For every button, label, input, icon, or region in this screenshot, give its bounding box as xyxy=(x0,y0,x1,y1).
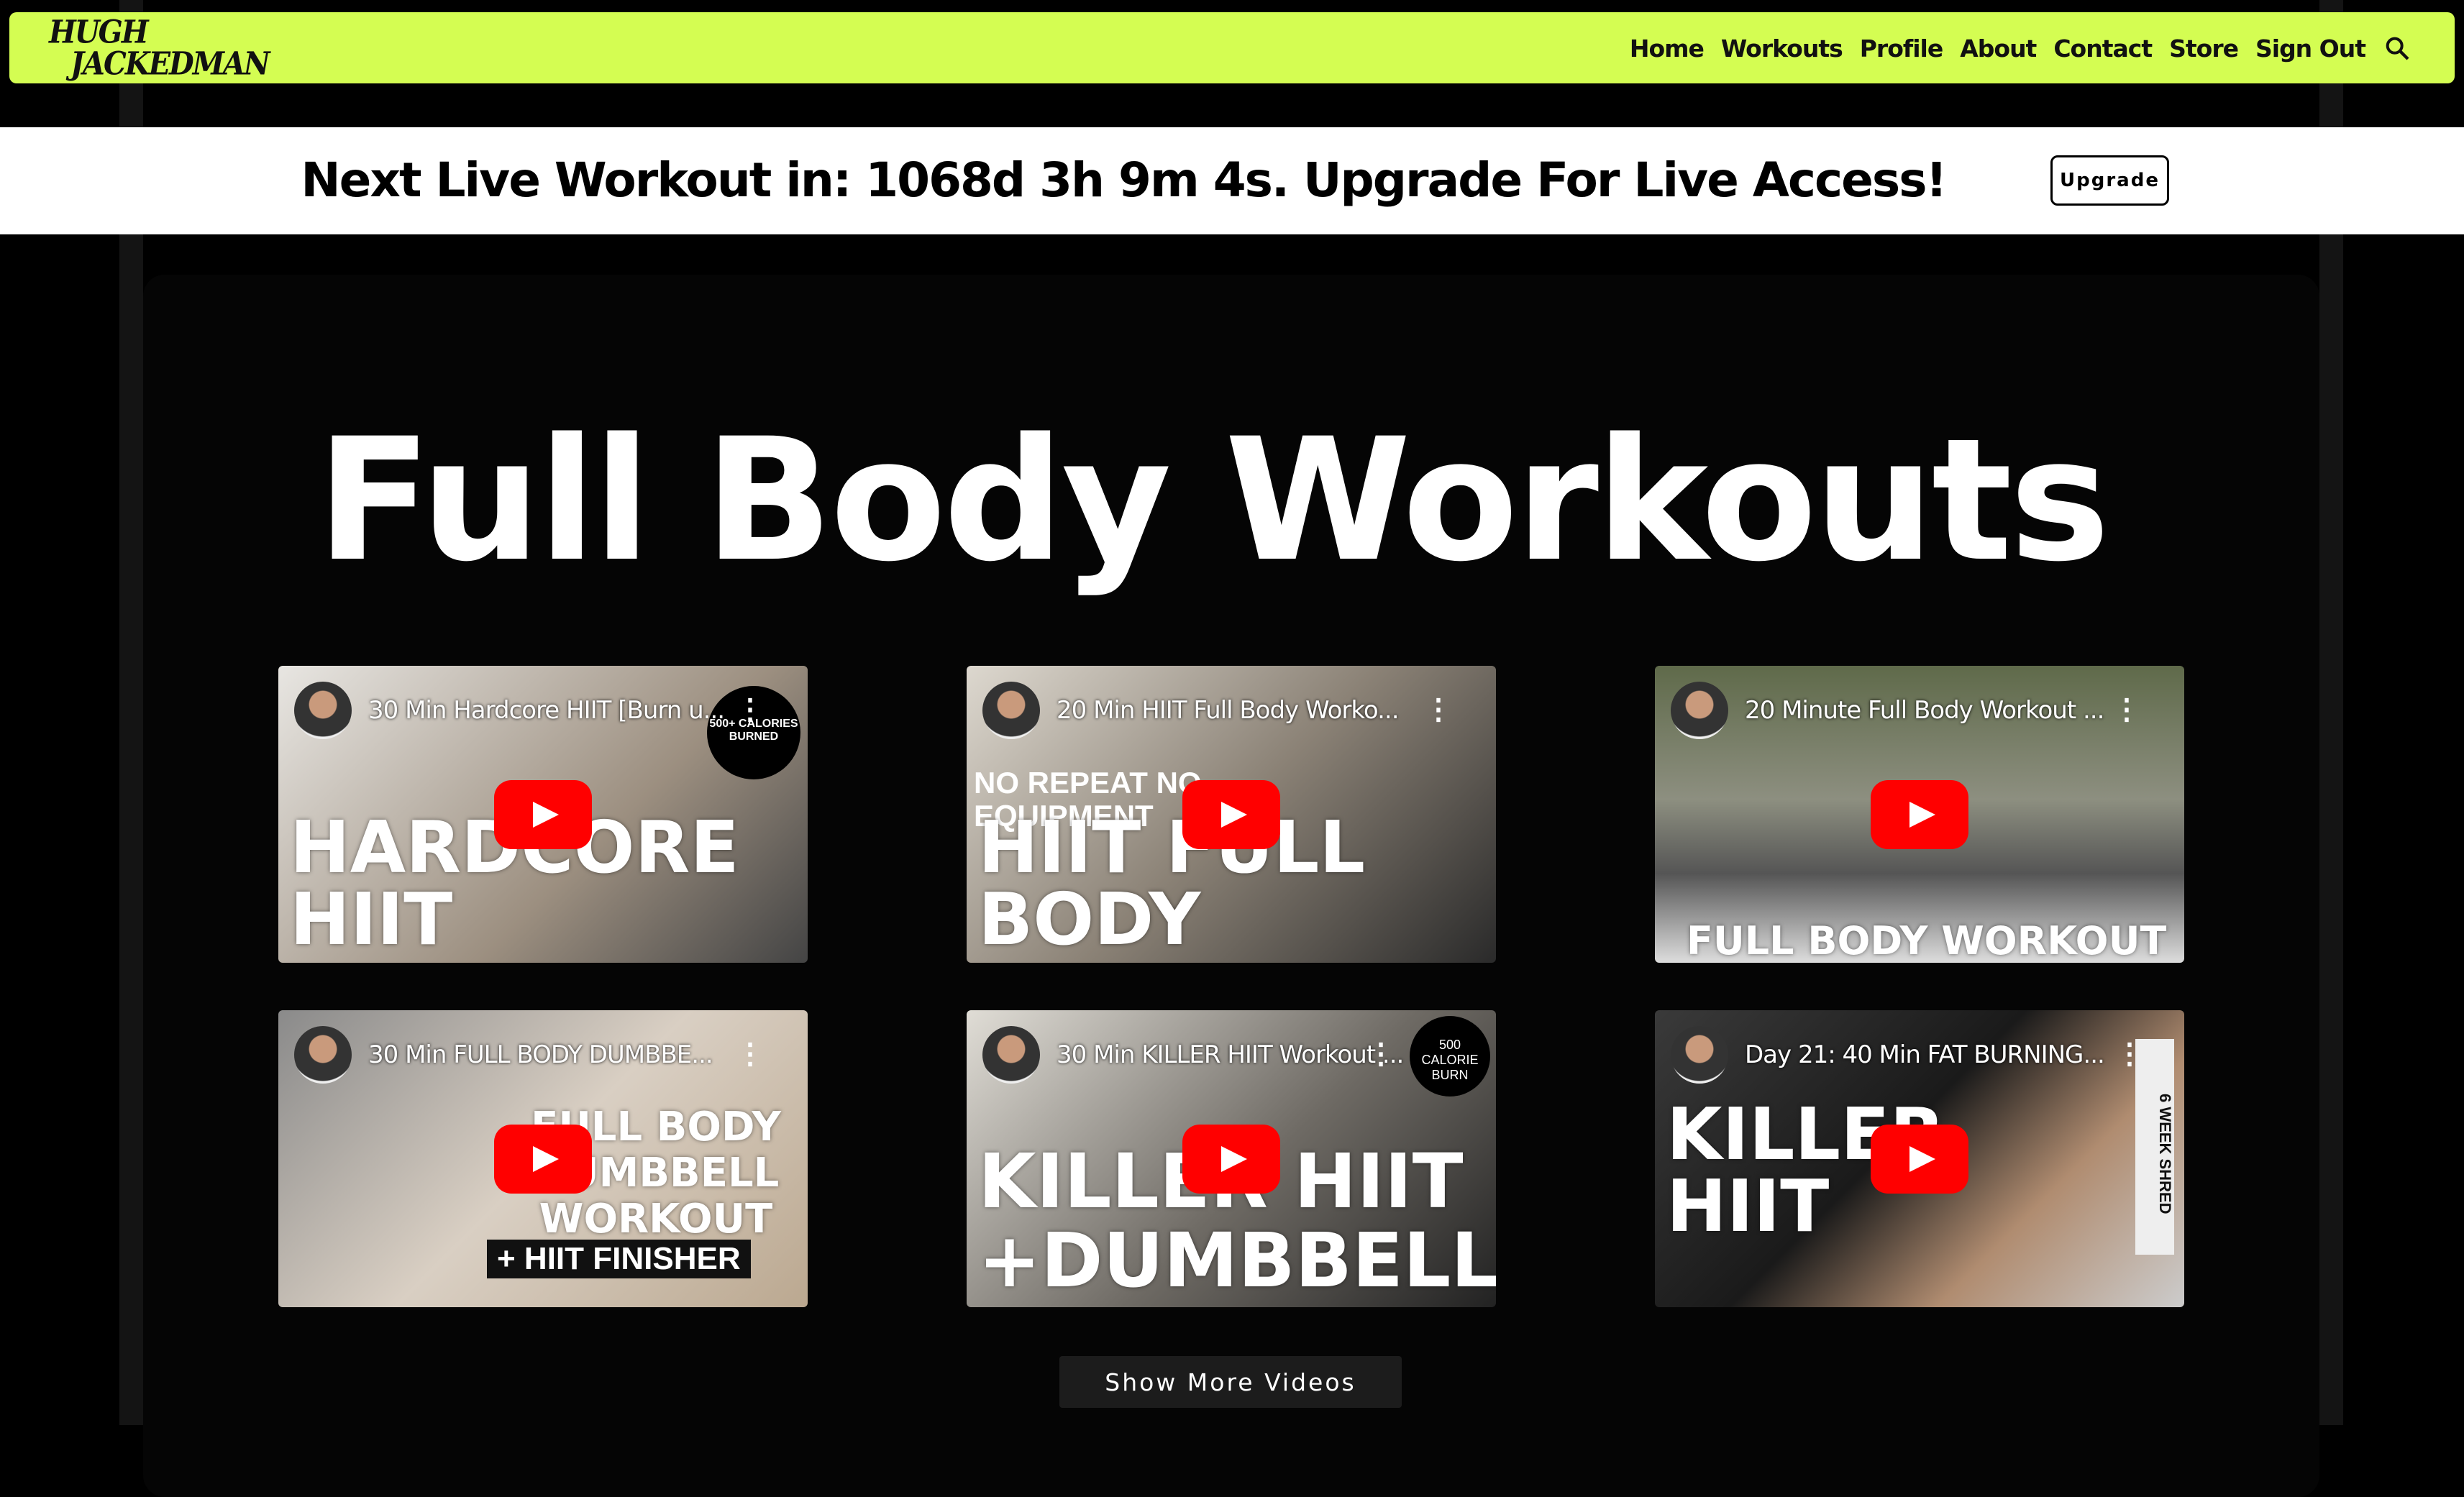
play-button[interactable] xyxy=(1871,779,1968,849)
video-title[interactable]: 30 Min FULL BODY DUMBBE... xyxy=(368,1040,713,1069)
nav-workouts[interactable]: Workouts xyxy=(1721,35,1843,63)
search-icon[interactable] xyxy=(2383,34,2411,63)
channel-avatar[interactable] xyxy=(294,1026,352,1084)
play-button[interactable] xyxy=(494,779,592,849)
more-options-icon[interactable]: ⋮ xyxy=(2112,693,2141,726)
nav-about[interactable]: About xyxy=(1960,35,2037,63)
thumbnail-badge: 6 WEEK SHRED xyxy=(2135,1039,2174,1255)
play-button[interactable] xyxy=(1182,1124,1280,1194)
video-title[interactable]: Day 21: 40 Min FAT BURNING... xyxy=(1745,1040,2105,1069)
video-title[interactable]: 30 Min Hardcore HIIT [Burn u... xyxy=(368,696,725,725)
thumbnail-badge: + HIIT FINISHER xyxy=(487,1240,751,1278)
nav-contact[interactable]: Contact xyxy=(2053,35,2153,63)
upgrade-button[interactable]: Upgrade xyxy=(2050,155,2169,206)
live-workout-banner: Next Live Workout in: 1068d 3h 9m 4s. Up… xyxy=(0,127,2464,234)
channel-avatar[interactable] xyxy=(294,682,352,739)
main-nav: Home Workouts Profile About Contact Stor… xyxy=(1630,34,2411,63)
nav-store[interactable]: Store xyxy=(2169,35,2239,63)
channel-avatar[interactable] xyxy=(982,1026,1040,1084)
logo-line: HUGH xyxy=(49,13,149,51)
logo[interactable]: HUGH JACKEDMAN xyxy=(49,13,270,83)
channel-avatar[interactable] xyxy=(1671,682,1728,739)
more-options-icon[interactable]: ⋮ xyxy=(736,693,765,726)
video-title[interactable]: 20 Minute Full Body Workout ... xyxy=(1745,696,2104,725)
logo-line: JACKEDMAN xyxy=(70,45,270,83)
nav-sign-out[interactable]: Sign Out xyxy=(2255,35,2366,63)
page-title: Full Body Workouts xyxy=(316,403,2110,599)
nav-profile[interactable]: Profile xyxy=(1860,35,1943,63)
nav-home[interactable]: Home xyxy=(1630,35,1705,63)
video-card[interactable]: FULL BODY DUMBBELL WORKOUT + HIIT FINISH… xyxy=(278,1010,808,1307)
video-card[interactable]: HARDCORE HIIT 500+ CALORIES BURNED 30 Mi… xyxy=(278,666,808,963)
channel-avatar[interactable] xyxy=(982,682,1040,739)
top-nav-bar: HUGH JACKEDMAN Home Workouts Profile Abou… xyxy=(9,12,2455,83)
video-card[interactable]: NO REPEAT NO EQUIPMENT HIIT FULL BODY 20… xyxy=(967,666,1496,963)
video-card[interactable]: KILLER HIIT +DUMBBELLS 500 CALORIE BURN … xyxy=(967,1010,1496,1307)
more-options-icon[interactable]: ⋮ xyxy=(2115,1038,2144,1071)
channel-avatar[interactable] xyxy=(1671,1026,1728,1084)
thumbnail-overlay-text: FULL BODY WORKOUT xyxy=(1687,918,2167,963)
show-more-videos-button[interactable]: Show More Videos xyxy=(1059,1356,1402,1408)
play-button[interactable] xyxy=(494,1124,592,1194)
video-title[interactable]: 30 Min KILLER HIIT Workout ... xyxy=(1057,1040,1404,1069)
video-card[interactable]: FULL BODY WORKOUT 20 Minute Full Body Wo… xyxy=(1655,666,2184,963)
thumbnail-badge: 500 CALORIE BURN xyxy=(1410,1016,1490,1097)
more-options-icon[interactable]: ⋮ xyxy=(1366,1038,1395,1071)
video-card[interactable]: KILLER HIIT 6 WEEK SHRED Day 21: 40 Min … xyxy=(1655,1010,2184,1307)
video-title[interactable]: 20 Min HIIT Full Body Worko... xyxy=(1057,696,1400,725)
play-button[interactable] xyxy=(1182,779,1280,849)
more-options-icon[interactable]: ⋮ xyxy=(736,1038,765,1071)
more-options-icon[interactable]: ⋮ xyxy=(1424,693,1453,726)
play-button[interactable] xyxy=(1871,1124,1968,1194)
